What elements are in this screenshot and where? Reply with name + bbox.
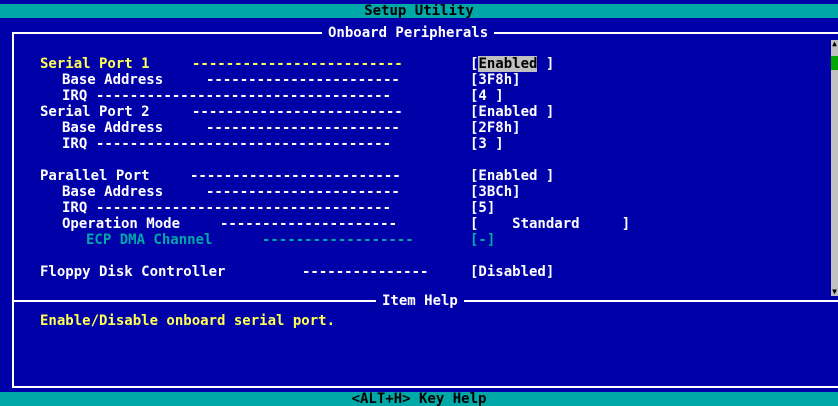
setting-value[interactable]: [ Standard ] — [470, 216, 630, 232]
leader-dashes: ----------------------- — [206, 120, 400, 136]
selected-value[interactable]: Enabled — [478, 56, 538, 72]
leader-dashes: ----------------------------------- — [96, 88, 392, 104]
setting-parallel-irq[interactable]: IRQ ----------------------------------- … — [0, 200, 830, 216]
setting-value[interactable]: [3F8h] — [470, 72, 521, 88]
window-title: Setup Utility — [0, 4, 838, 18]
setting-parallel-base-address[interactable]: Base Address ----------------------- [3B… — [0, 184, 830, 200]
setting-value[interactable]: [2F8h] — [470, 120, 521, 136]
setting-value[interactable]: [Enabled ] — [470, 104, 554, 120]
leader-dashes: ------------------------- — [190, 168, 401, 184]
help-text: Enable/Disable onboard serial port. — [40, 313, 336, 329]
setting-operation-mode[interactable]: Operation Mode --------------------- [ S… — [0, 216, 830, 232]
leader-dashes: --------------------- — [220, 216, 398, 232]
help-caption: Item Help — [376, 293, 464, 309]
frame-bottom-border — [12, 386, 838, 388]
setting-value[interactable]: [3 ] — [470, 136, 504, 152]
scroll-up-arrow-icon[interactable]: ▲ — [831, 40, 838, 48]
page-caption: Onboard Peripherals — [322, 25, 495, 41]
setting-label: IRQ — [62, 136, 88, 152]
leader-dashes: ----------------------- — [206, 184, 400, 200]
setting-value[interactable]: [Enabled ] — [470, 56, 554, 72]
setting-serial2-irq[interactable]: IRQ ----------------------------------- … — [0, 136, 830, 152]
leader-dashes: ----------------------- — [206, 72, 400, 88]
setting-label: Serial Port 2 — [40, 104, 150, 120]
setting-label: Floppy Disk Controller — [40, 264, 226, 280]
leader-dashes: --------------- — [302, 264, 429, 280]
scrollbar[interactable]: ▲ ▼ — [831, 40, 838, 296]
setting-serial-port-1[interactable]: Serial Port 1 ------------------------- … — [0, 56, 830, 72]
setting-serial2-base-address[interactable]: Base Address ----------------------- [2F… — [0, 120, 830, 136]
leader-dashes: ----------------------------------- — [96, 200, 392, 216]
setting-serial1-base-address[interactable]: Base Address ----------------------- [3F… — [0, 72, 830, 88]
setting-serial-port-2[interactable]: Serial Port 2 ------------------------- … — [0, 104, 830, 120]
setting-value[interactable]: [5] — [470, 200, 495, 216]
bios-setup-screen: Setup Utility Onboard Peripherals Serial… — [0, 0, 838, 406]
leader-dashes: ------------------ — [262, 232, 414, 248]
scroll-down-arrow-icon[interactable]: ▼ — [831, 288, 838, 296]
key-help-bar[interactable]: <ALT+H> Key Help — [0, 392, 838, 406]
setting-parallel-port[interactable]: Parallel Port ------------------------- … — [0, 168, 830, 184]
setting-label: Serial Port 1 — [40, 56, 150, 72]
setting-value: [-] — [470, 232, 496, 248]
setting-value[interactable]: [Disabled] — [470, 264, 554, 280]
leader-dashes: ------------------------- — [192, 104, 403, 120]
setting-value[interactable]: [Enabled ] — [470, 168, 554, 184]
setting-label: Base Address — [62, 72, 164, 88]
leader-dashes: ----------------------------------- — [96, 136, 392, 152]
leader-dashes: ------------------------- — [192, 56, 403, 72]
setting-label: Base Address — [62, 120, 164, 136]
setting-label: IRQ — [62, 200, 88, 216]
setting-label: Operation Mode — [62, 216, 181, 232]
scroll-thumb[interactable] — [831, 56, 838, 70]
setting-label: IRQ — [62, 88, 88, 104]
setting-floppy-disk-controller[interactable]: Floppy Disk Controller --------------- [… — [0, 264, 830, 280]
setting-value[interactable]: [3BCh] — [470, 184, 521, 200]
setting-value[interactable]: [4 ] — [470, 88, 504, 104]
setting-serial1-irq[interactable]: IRQ ----------------------------------- … — [0, 88, 830, 104]
setting-label: ECP DMA Channel — [86, 232, 213, 248]
setting-ecp-dma-channel: ECP DMA Channel ------------------ [-] — [0, 232, 830, 248]
setting-label: Base Address — [62, 184, 164, 200]
setting-label: Parallel Port — [40, 168, 150, 184]
